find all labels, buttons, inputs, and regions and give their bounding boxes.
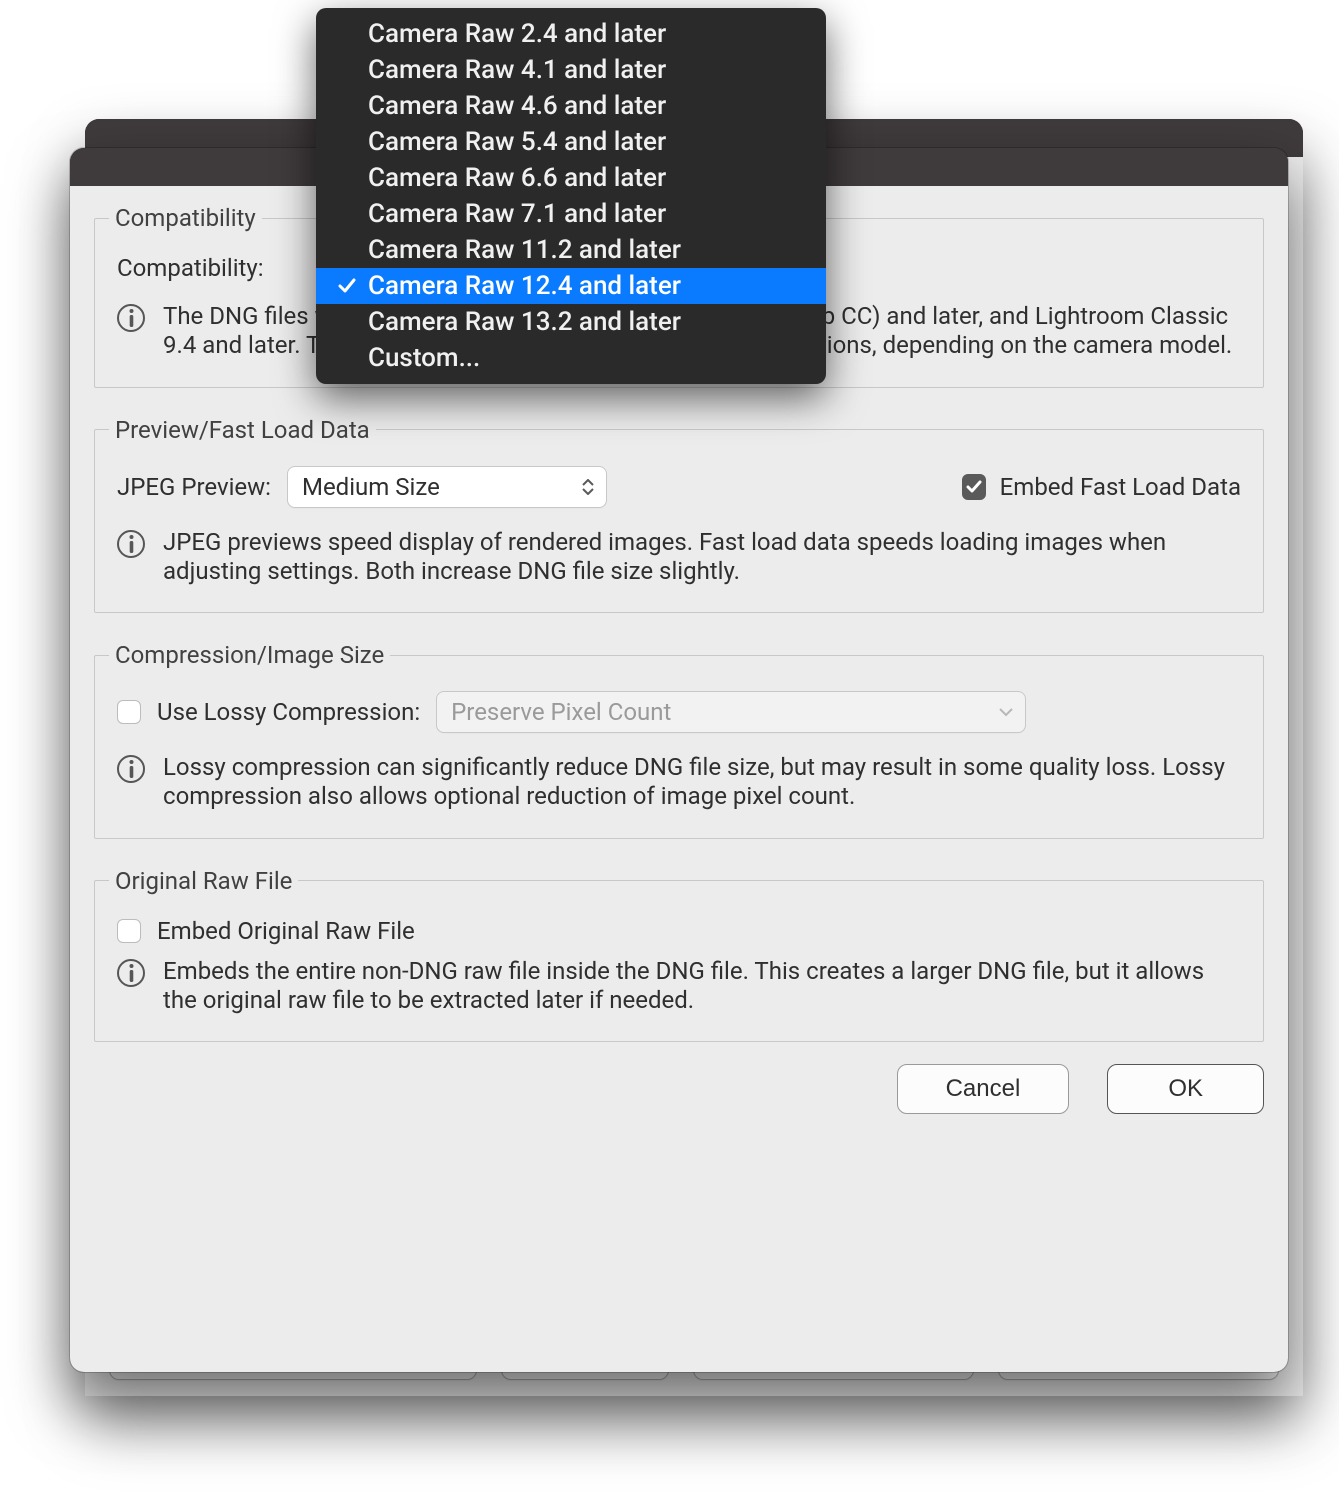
compatibility-option[interactable]: Camera Raw 4.6 and later (316, 88, 826, 124)
compatibility-legend: Compatibility (109, 204, 262, 232)
compatibility-option[interactable]: Camera Raw 6.6 and later (316, 160, 826, 196)
compatibility-option-label: Camera Raw 5.4 and later (368, 127, 666, 157)
ok-button[interactable]: OK (1107, 1064, 1264, 1114)
compression-info: Lossy compression can significantly redu… (163, 753, 1241, 812)
compatibility-option-label: Camera Raw 4.1 and later (368, 55, 666, 85)
original-group: Original Raw File Embed Original Raw Fil… (94, 867, 1264, 1043)
compatibility-option[interactable]: Camera Raw 2.4 and later (316, 16, 826, 52)
info-icon (117, 530, 145, 558)
compatibility-option[interactable]: Camera Raw 7.1 and later (316, 196, 826, 232)
compression-legend: Compression/Image Size (109, 641, 390, 669)
preview-legend: Preview/Fast Load Data (109, 416, 376, 444)
embed-fastload-label: Embed Fast Load Data (1000, 473, 1241, 501)
info-icon (117, 755, 145, 783)
compatibility-option-label: Custom... (368, 343, 480, 373)
jpeg-preview-label: JPEG Preview: (117, 473, 271, 501)
preview-info: JPEG previews speed display of rendered … (163, 528, 1241, 587)
chevron-down-icon (999, 707, 1013, 717)
compatibility-option[interactable]: Custom... (316, 340, 826, 376)
info-icon (117, 304, 145, 332)
original-legend: Original Raw File (109, 867, 298, 895)
compatibility-option[interactable]: Camera Raw 13.2 and later (316, 304, 826, 340)
compression-group: Compression/Image Size Use Lossy Compres… (94, 641, 1264, 839)
compatibility-dropdown[interactable]: Camera Raw 2.4 and later Camera Raw 4.1 a… (316, 8, 826, 384)
compatibility-option-label: Camera Raw 13.2 and later (368, 307, 681, 337)
lossy-size-value: Preserve Pixel Count (451, 698, 671, 726)
lossy-checkbox[interactable] (117, 700, 141, 724)
compatibility-option-label: Camera Raw 11.2 and later (368, 235, 681, 265)
check-icon (334, 277, 360, 295)
compatibility-option-label: Camera Raw 7.1 and later (368, 199, 666, 229)
info-icon (117, 959, 145, 987)
chevron-updown-icon (582, 479, 594, 495)
compatibility-option[interactable]: Camera Raw 5.4 and later (316, 124, 826, 160)
embed-original-label: Embed Original Raw File (157, 917, 415, 945)
compatibility-label: Compatibility: (117, 254, 264, 282)
embed-original-checkbox[interactable] (117, 919, 141, 943)
jpeg-preview-value: Medium Size (302, 473, 440, 501)
compatibility-option-label: Camera Raw 4.6 and later (368, 91, 666, 121)
preview-group: Preview/Fast Load Data JPEG Preview: Med… (94, 416, 1264, 614)
compatibility-option[interactable]: Camera Raw 11.2 and later (316, 232, 826, 268)
compatibility-option-label: Camera Raw 2.4 and later (368, 19, 666, 49)
lossy-size-select: Preserve Pixel Count (436, 691, 1026, 733)
original-info: Embeds the entire non-DNG raw file insid… (163, 957, 1241, 1016)
cancel-button[interactable]: Cancel (897, 1064, 1070, 1114)
compatibility-option-label: Camera Raw 6.6 and later (368, 163, 666, 193)
lossy-label: Use Lossy Compression: (157, 698, 420, 726)
compatibility-option[interactable]: Camera Raw 12.4 and later (316, 268, 826, 304)
compatibility-option-label: Camera Raw 12.4 and later (368, 271, 681, 301)
embed-fastload-checkbox[interactable] (962, 474, 986, 500)
compatibility-option[interactable]: Camera Raw 4.1 and later (316, 52, 826, 88)
jpeg-preview-select[interactable]: Medium Size (287, 466, 607, 508)
